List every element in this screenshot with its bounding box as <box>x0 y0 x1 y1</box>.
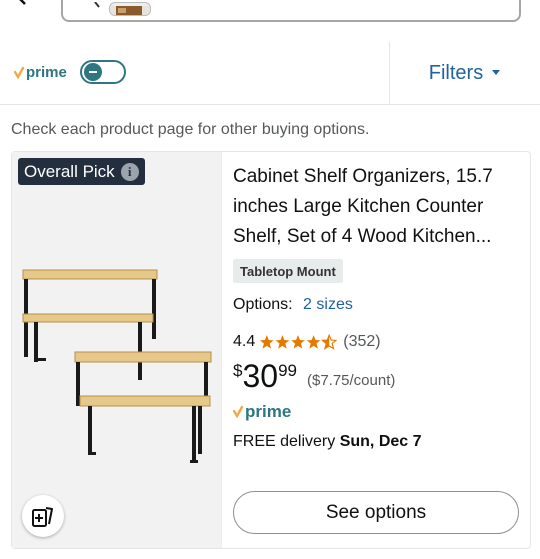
search-image-thumbnail[interactable] <box>109 2 151 16</box>
filter-bar: prime Filters <box>0 42 540 105</box>
badge-label: Overall Pick <box>24 161 115 181</box>
rating-value: 4.4 <box>233 333 256 350</box>
chevron-down-icon <box>492 70 501 75</box>
filters-button[interactable]: Filters <box>390 42 540 104</box>
options-link[interactable]: 2 sizes <box>303 296 353 313</box>
info-icon[interactable]: i <box>120 162 139 181</box>
price-fraction: 99 <box>278 361 297 380</box>
options-label: Options: <box>233 296 293 313</box>
price-currency: $ <box>233 361 243 380</box>
see-options-button[interactable]: See options <box>233 491 519 534</box>
buying-options-notice: Check each product page for other buying… <box>11 121 370 138</box>
toggle-knob <box>84 63 102 81</box>
chevron-left-icon[interactable] <box>14 0 30 6</box>
price-whole: 30 <box>242 358 279 394</box>
product-tag: Tabletop Mount <box>233 259 343 283</box>
search-input[interactable] <box>61 0 521 22</box>
star-rating-icon <box>260 334 337 350</box>
svg-text:prime: prime <box>245 402 291 421</box>
compare-icon <box>32 507 53 527</box>
prime-badge: prime <box>233 402 291 421</box>
search-icon <box>94 2 100 8</box>
review-count[interactable]: (352) <box>343 333 380 351</box>
price: $ 30 99 ($7.75/count) <box>233 358 395 394</box>
delivery-prefix: FREE delivery <box>233 433 336 450</box>
top-search-bar <box>0 0 540 42</box>
product-image[interactable] <box>20 264 216 470</box>
delivery-date: Sun, Dec 7 <box>339 433 422 450</box>
svg-text:prime: prime <box>26 64 67 81</box>
prime-logo: prime <box>14 64 67 81</box>
unit-price: ($7.75/count) <box>306 372 396 389</box>
product-card[interactable]: Overall Pick i Cabinet Shelf Organizers,… <box>11 151 531 549</box>
prime-filter-toggle[interactable] <box>80 60 126 84</box>
overall-pick-badge: Overall Pick i <box>18 158 145 185</box>
product-title[interactable]: Cabinet Shelf Organizers, 15.7 inches La… <box>233 162 521 252</box>
rating-row[interactable]: 4.4 (352) <box>233 333 381 351</box>
product-image-panel[interactable]: Overall Pick i <box>12 152 222 548</box>
options-row: Options: 2 sizes <box>233 296 353 314</box>
delivery-info: FREE delivery Sun, Dec 7 <box>233 433 422 451</box>
filters-label: Filters <box>428 61 484 84</box>
compare-button[interactable] <box>22 495 64 537</box>
